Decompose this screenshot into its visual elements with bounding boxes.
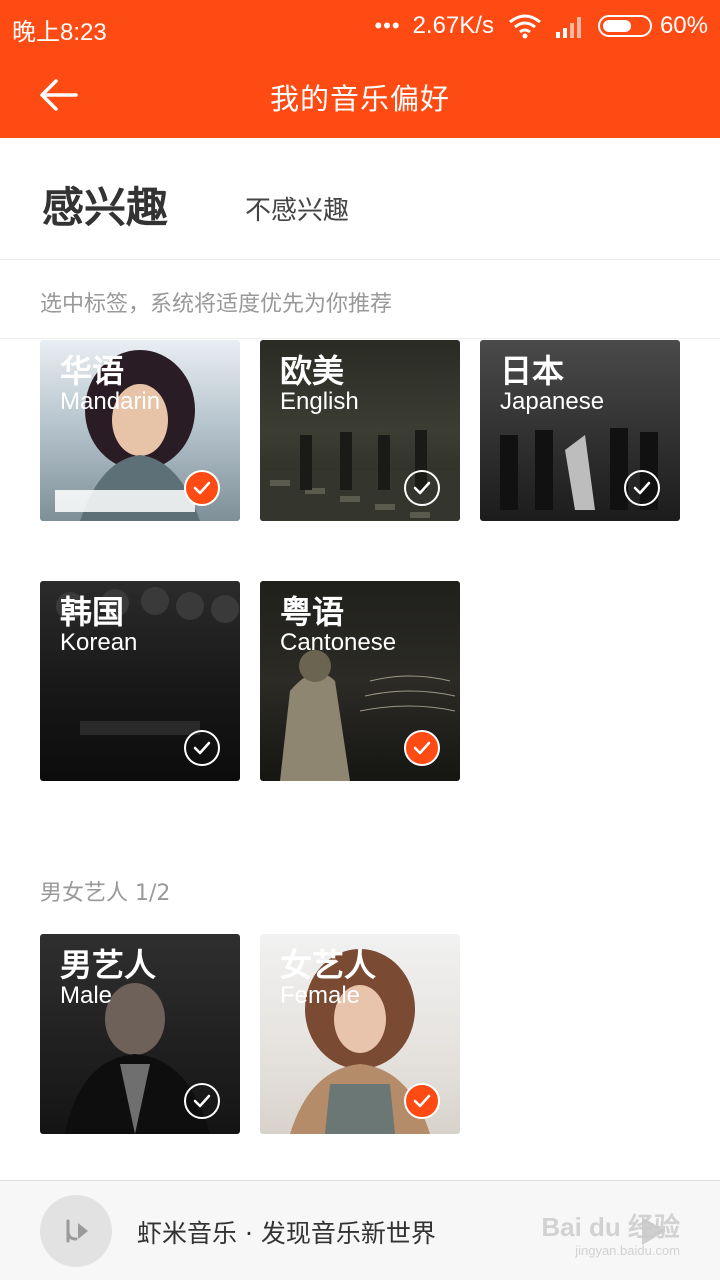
- card-title-en: English: [280, 388, 359, 415]
- wifi-icon: [509, 14, 541, 39]
- tag-card-mandarin[interactable]: 华语 Mandarin: [40, 340, 240, 521]
- xiami-logo-icon: [66, 1219, 88, 1243]
- card-title-zh: 欧美: [280, 352, 345, 390]
- check-icon: [624, 470, 660, 506]
- check-icon: [184, 730, 220, 766]
- card-title-en: Korean: [60, 629, 138, 656]
- app-bar: 我的音乐偏好: [0, 52, 720, 138]
- artists-section-label: 男女艺人 1/2: [40, 881, 171, 906]
- card-title-zh: 粤语: [280, 593, 345, 631]
- battery-percent: 60%: [659, 12, 708, 39]
- tag-card-japanese[interactable]: 日本 Japanese: [480, 340, 680, 521]
- card-title-en: Cantonese: [280, 629, 397, 656]
- card-title-zh: 女艺人: [280, 946, 377, 984]
- watermark-url: jingyan.baidu.com: [575, 1243, 680, 1258]
- disc-icon[interactable]: [40, 1195, 112, 1267]
- divider: [0, 338, 720, 339]
- status-bar: 晚上8:23 ••• 2.67K/s 60%: [0, 0, 720, 52]
- tags-hint: 选中标签，系统将适度优先为你推荐: [40, 292, 393, 317]
- check-icon: [404, 470, 440, 506]
- status-time: 晚上8:23: [12, 19, 107, 46]
- interest-tabs: 感兴趣 不感兴趣: [0, 138, 720, 260]
- tag-card-english[interactable]: 欧美 English: [260, 340, 460, 521]
- check-icon: [184, 470, 220, 506]
- card-title-en: Male: [60, 982, 113, 1009]
- watermark: Bai du 经验: [541, 1212, 680, 1242]
- page-title: 我的音乐偏好: [269, 82, 450, 116]
- tag-card-male[interactable]: 男艺人 Male: [40, 934, 240, 1134]
- battery-icon: [597, 15, 652, 37]
- tag-card-korean[interactable]: 韩国 Korean: [40, 581, 240, 781]
- card-title-en: Mandarin: [60, 388, 161, 415]
- check-icon: [404, 730, 440, 766]
- card-title-zh: 日本: [500, 352, 565, 390]
- card-title-zh: 华语: [60, 352, 125, 390]
- card-title-zh: 韩国: [60, 593, 125, 631]
- signal-icon: [555, 17, 581, 38]
- card-title-en: Japanese: [500, 388, 605, 415]
- check-icon: [404, 1083, 440, 1119]
- network-speed: 2.67K/s: [412, 12, 494, 39]
- status-indicators: ••• 2.67K/s 60%: [374, 12, 708, 40]
- tag-card-female[interactable]: 女艺人 Female: [260, 934, 460, 1134]
- tab-not-interested[interactable]: 不感兴趣: [245, 190, 349, 227]
- tag-card-cantonese[interactable]: 粤语 Cantonese: [260, 581, 460, 781]
- mini-player-bar[interactable]: 虾米音乐 · 发现音乐新世界 Bai du 经验 jingyan.baidu.c…: [0, 1180, 720, 1280]
- notification-dots-icon: •••: [374, 13, 401, 38]
- player-slogan: 虾米音乐 · 发现音乐新世界: [137, 1219, 436, 1248]
- card-title-en: Female: [280, 982, 361, 1009]
- tab-interested[interactable]: 感兴趣: [42, 174, 168, 235]
- card-title-zh: 男艺人: [60, 946, 157, 984]
- check-icon: [184, 1083, 220, 1119]
